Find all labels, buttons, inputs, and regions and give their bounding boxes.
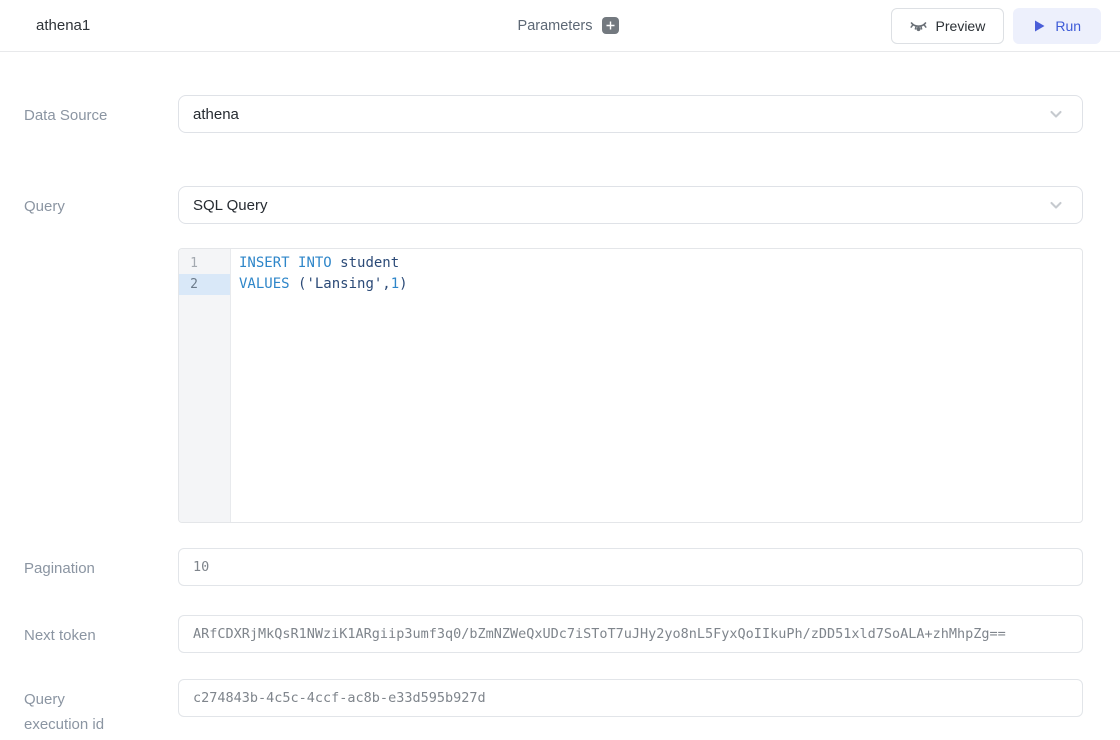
query-execution-id-input[interactable]: [178, 679, 1083, 717]
line-number: 1: [179, 253, 230, 274]
sql-editor-gutter: 12: [179, 249, 231, 522]
code-line[interactable]: VALUES ('Lansing',1): [231, 274, 1082, 295]
next-token-input[interactable]: [178, 615, 1083, 653]
query-editor-form: Data Source athena Query SQL Query: [0, 95, 1120, 737]
preview-button-label: Preview: [936, 18, 986, 34]
field-row-query-type: Query SQL Query: [24, 186, 1083, 224]
run-button[interactable]: Run: [1013, 8, 1101, 44]
field-row-query-execution-id: Query execution id: [24, 679, 1083, 737]
query-type-select[interactable]: SQL Query: [178, 186, 1083, 224]
data-source-value: athena: [193, 106, 1048, 123]
preview-button[interactable]: Preview: [891, 8, 1005, 44]
pagination-input[interactable]: [178, 548, 1083, 586]
play-icon: [1033, 19, 1046, 33]
line-number: 2: [179, 274, 230, 295]
run-button-label: Run: [1055, 18, 1081, 34]
field-row-pagination: Pagination: [24, 548, 1083, 586]
sql-editor-label-spacer: [24, 248, 178, 256]
eye-icon: [910, 18, 927, 33]
add-parameter-button[interactable]: [602, 17, 619, 34]
query-title: athena1: [36, 17, 90, 34]
pagination-label: Pagination: [24, 548, 178, 581]
field-row-data-source: Data Source athena: [24, 95, 1083, 133]
field-row-sql-editor: 12 INSERT INTO studentVALUES ('Lansing',…: [24, 248, 1083, 523]
parameters-label: Parameters: [518, 18, 593, 34]
topbar: athena1 Parameters Preview Run: [0, 0, 1120, 52]
plus-icon: [606, 21, 615, 30]
code-line[interactable]: INSERT INTO student: [231, 253, 1082, 274]
query-type-value: SQL Query: [193, 197, 1048, 214]
query-type-label: Query: [24, 186, 178, 219]
sql-editor[interactable]: 12 INSERT INTO studentVALUES ('Lansing',…: [178, 248, 1083, 523]
sql-editor-code[interactable]: INSERT INTO studentVALUES ('Lansing',1): [231, 249, 1082, 522]
data-source-select[interactable]: athena: [178, 95, 1083, 133]
chevron-down-icon: [1048, 106, 1064, 122]
field-row-next-token: Next token: [24, 615, 1083, 653]
next-token-label: Next token: [24, 615, 178, 648]
query-execution-id-label: Query execution id: [24, 679, 178, 737]
chevron-down-icon: [1048, 197, 1064, 213]
data-source-label: Data Source: [24, 95, 178, 128]
